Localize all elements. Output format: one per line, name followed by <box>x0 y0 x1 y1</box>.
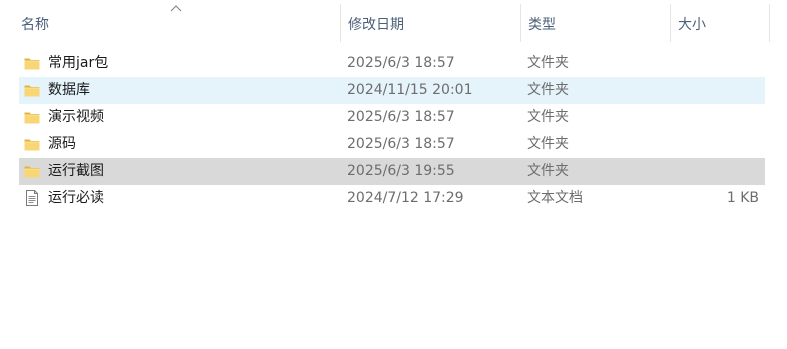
file-type: 文件夹 <box>527 55 569 71</box>
column-date-header[interactable]: 修改日期 <box>340 0 520 46</box>
file-row[interactable]: 常用jar包 2025/6/3 18:57 文件夹 <box>19 50 765 77</box>
file-name: 演示视频 <box>48 109 104 125</box>
file-row[interactable]: 演示视频 2025/6/3 18:57 文件夹 <box>19 104 765 131</box>
file-date: 2024/7/12 17:29 <box>347 190 464 206</box>
text-file-icon <box>26 190 38 206</box>
file-name: 运行必读 <box>48 190 104 206</box>
file-date: 2025/6/3 18:57 <box>347 136 455 152</box>
file-name: 数据库 <box>48 82 90 98</box>
file-row[interactable]: 数据库 2024/11/15 20:01 文件夹 <box>19 77 765 104</box>
file-date: 2025/6/3 18:57 <box>347 109 455 125</box>
file-type: 文件夹 <box>527 163 569 179</box>
file-type: 文件夹 <box>527 82 569 98</box>
folder-icon <box>24 112 40 124</box>
file-name: 源码 <box>48 136 76 152</box>
folder-icon <box>24 85 40 97</box>
column-header: 名称 修改日期 类型 大小 <box>0 0 787 46</box>
file-date: 2025/6/3 19:55 <box>347 163 455 179</box>
file-name: 常用jar包 <box>48 55 109 71</box>
file-explorer: 名称 修改日期 类型 大小 常用jar包 2025/6/3 18:57 文件夹 … <box>0 0 787 349</box>
file-row[interactable]: 源码 2025/6/3 18:57 文件夹 <box>19 131 765 158</box>
column-type-header[interactable]: 类型 <box>520 0 670 46</box>
folder-icon <box>24 139 40 151</box>
file-type: 文件夹 <box>527 109 569 125</box>
file-row[interactable]: 运行必读 2024/7/12 17:29 文本文档 1 KB <box>19 185 765 212</box>
file-row[interactable]: 运行截图 2025/6/3 19:55 文件夹 <box>19 158 765 185</box>
column-divider[interactable] <box>769 4 770 42</box>
file-type: 文本文档 <box>527 190 583 206</box>
file-type: 文件夹 <box>527 136 569 152</box>
column-size-header[interactable]: 大小 <box>670 0 770 46</box>
file-name: 运行截图 <box>48 163 104 179</box>
file-size: 1 KB <box>726 190 759 206</box>
column-name-header[interactable]: 名称 <box>13 0 340 46</box>
folder-icon <box>24 58 40 70</box>
file-date: 2025/6/3 18:57 <box>347 55 455 71</box>
file-date: 2024/11/15 20:01 <box>347 82 473 98</box>
folder-icon <box>24 166 40 178</box>
